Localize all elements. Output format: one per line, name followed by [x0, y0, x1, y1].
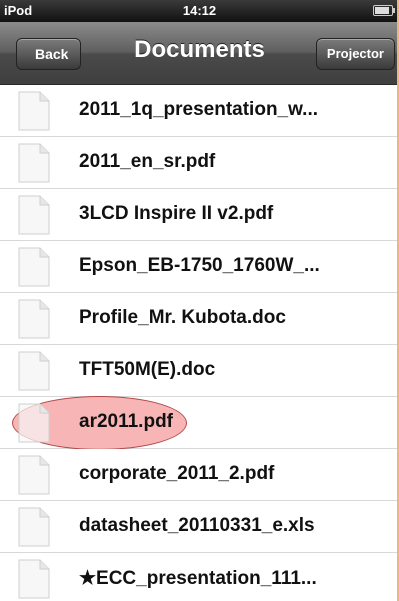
- file-name: ar2011.pdf: [79, 411, 173, 432]
- document-icon: [18, 299, 50, 339]
- document-icon: [18, 507, 50, 547]
- navigation-bar: Back Documents Projector: [0, 22, 397, 85]
- document-icon: [18, 247, 50, 287]
- battery-icon: [373, 5, 395, 16]
- document-icon: [18, 403, 50, 443]
- document-icon: [18, 455, 50, 495]
- file-row[interactable]: 3LCD Inspire II v2.pdf: [0, 189, 397, 241]
- file-name: corporate_2011_2.pdf: [79, 463, 275, 484]
- file-name: 2011_1q_presentation_w...: [79, 99, 319, 120]
- file-row[interactable]: datasheet_20110331_e.xls: [0, 501, 397, 553]
- document-icon: [18, 91, 50, 131]
- status-time: 14:12: [182, 3, 217, 18]
- file-row[interactable]: 2011_1q_presentation_w...: [0, 85, 397, 137]
- file-row[interactable]: Profile_Mr. Kubota.doc: [0, 293, 397, 345]
- file-name: ★ECC_presentation_111...: [79, 568, 317, 589]
- file-name: datasheet_20110331_e.xls: [79, 515, 315, 536]
- app-frame: iPod 14:12 Back Documents Projector 2011…: [0, 0, 399, 601]
- document-icon: [18, 143, 50, 183]
- file-row[interactable]: corporate_2011_2.pdf: [0, 449, 397, 501]
- file-name: 2011_en_sr.pdf: [79, 151, 216, 172]
- file-name: Epson_EB-1750_1760W_...: [79, 255, 320, 276]
- file-row[interactable]: TFT50M(E).doc: [0, 345, 397, 397]
- file-row[interactable]: 2011_en_sr.pdf: [0, 137, 397, 189]
- file-row[interactable]: ★ECC_presentation_111...: [0, 553, 397, 601]
- status-bar: iPod 14:12: [0, 0, 397, 22]
- document-icon: [18, 351, 50, 391]
- file-name: Profile_Mr. Kubota.doc: [79, 307, 286, 328]
- document-icon: [18, 195, 50, 235]
- document-icon: [18, 559, 50, 599]
- file-list: 2011_1q_presentation_w... 2011_en_sr.pdf…: [0, 85, 397, 601]
- file-row-selected[interactable]: ar2011.pdf: [0, 396, 397, 450]
- projector-button[interactable]: Projector: [315, 38, 395, 70]
- file-row[interactable]: Epson_EB-1750_1760W_...: [0, 241, 397, 293]
- file-name: 3LCD Inspire II v2.pdf: [79, 203, 274, 224]
- file-name: TFT50M(E).doc: [79, 359, 216, 380]
